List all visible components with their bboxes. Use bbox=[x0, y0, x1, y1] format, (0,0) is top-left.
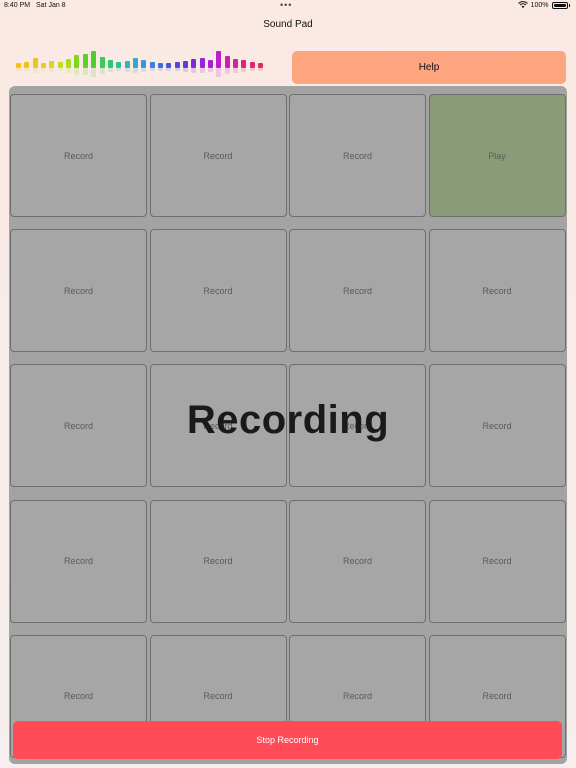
meter-bar-reflection bbox=[41, 68, 47, 71]
wifi-icon bbox=[517, 1, 528, 8]
pad-record-button[interactable]: Record bbox=[149, 499, 287, 623]
meter-bar-reflection bbox=[191, 68, 197, 73]
meter-bar-reflection bbox=[141, 68, 147, 72]
meter-bar bbox=[191, 59, 197, 68]
pad-record-button[interactable]: Record bbox=[10, 364, 147, 488]
meter-bar bbox=[32, 58, 38, 68]
meter-bar bbox=[124, 61, 130, 68]
meter-bar bbox=[107, 60, 113, 68]
meter-bar bbox=[208, 60, 214, 68]
meter-bar-reflection bbox=[66, 68, 72, 73]
meter-bar-reflection bbox=[99, 68, 105, 74]
meter-bar-reflection bbox=[149, 68, 155, 71]
meter-bar-reflection bbox=[216, 68, 222, 77]
meter-bar bbox=[224, 56, 230, 68]
page-title: Sound Pad bbox=[263, 19, 313, 30]
meter-bar bbox=[216, 51, 222, 68]
meter-bar-reflection bbox=[208, 68, 214, 72]
pad-record-button[interactable]: Record bbox=[10, 499, 147, 623]
meter-bar-reflection bbox=[74, 68, 80, 75]
pad-record-button[interactable]: Record bbox=[149, 229, 287, 353]
meter-bar-reflection bbox=[82, 68, 88, 75]
status-right: 100% bbox=[517, 1, 570, 9]
meter-bar-reflection bbox=[166, 68, 172, 71]
pad-record-button[interactable]: Record bbox=[428, 364, 566, 488]
meter-bar-reflection bbox=[24, 68, 30, 71]
pad-record-button[interactable]: Record bbox=[289, 94, 426, 217]
meter-bar-reflection bbox=[57, 68, 63, 71]
meter-bar-reflection bbox=[49, 68, 55, 72]
battery-tip bbox=[568, 3, 570, 7]
meter-bar-reflection bbox=[107, 68, 113, 72]
meter-bar-reflection bbox=[199, 68, 205, 73]
meter-bar-reflection bbox=[233, 68, 239, 73]
meter-bar bbox=[66, 59, 72, 68]
pad-record-button[interactable]: Record bbox=[289, 364, 426, 488]
pad-record-button[interactable]: Record bbox=[289, 229, 426, 353]
sound-pad-grid: Record Record Record Play Record Record Record… bbox=[9, 86, 567, 764]
status-bar: 8:40 PM Sat Jan 8 ••• 100% bbox=[0, 0, 576, 12]
meter-bar-reflection bbox=[224, 68, 230, 74]
meter-bar-reflection bbox=[249, 68, 255, 71]
meter-bar bbox=[49, 61, 55, 68]
pad-play-button[interactable]: Play bbox=[428, 94, 566, 217]
meter-bar-reflection bbox=[132, 68, 138, 73]
meter-bar-reflection bbox=[174, 68, 180, 71]
meter-bar bbox=[241, 60, 247, 68]
meter-bar bbox=[233, 59, 239, 68]
pad-record-button[interactable]: Record bbox=[10, 229, 147, 353]
meter-bar-reflection bbox=[116, 68, 122, 71]
meter-bar-reflection bbox=[91, 68, 97, 77]
meter-bar-reflection bbox=[157, 68, 163, 71]
pad-record-button[interactable]: Record bbox=[428, 229, 566, 353]
battery-percent: 100% bbox=[530, 1, 549, 9]
stop-recording-button[interactable]: Stop Recording bbox=[13, 721, 562, 759]
pad-record-button[interactable]: Record bbox=[10, 94, 147, 217]
meter-bar-reflection bbox=[16, 68, 21, 71]
meter-bar-reflection bbox=[241, 68, 247, 72]
pad-record-button[interactable]: Record bbox=[428, 499, 566, 623]
meter-bar-reflection bbox=[183, 68, 188, 72]
pad-record-button[interactable]: Record bbox=[149, 94, 287, 217]
meter-bar bbox=[99, 57, 105, 68]
meter-bar-reflection bbox=[32, 68, 38, 73]
meter-bar bbox=[141, 60, 147, 68]
status-time: 8:40 PM bbox=[4, 2, 31, 9]
pad-record-button[interactable]: Record bbox=[149, 364, 287, 488]
audio-level-meter bbox=[16, 50, 278, 86]
pad-record-button[interactable]: Record bbox=[289, 499, 426, 623]
meter-bar bbox=[183, 61, 188, 68]
meter-bar bbox=[91, 51, 97, 68]
meter-bar-reflection bbox=[124, 68, 130, 72]
status-date: Sat Jan 8 bbox=[36, 2, 66, 9]
meter-bar-reflection bbox=[258, 68, 264, 71]
meter-bar bbox=[199, 58, 205, 68]
help-button[interactable]: Help bbox=[292, 51, 566, 84]
battery-icon bbox=[551, 1, 568, 9]
meter-bar bbox=[82, 54, 88, 68]
multitasking-dots-icon[interactable]: ••• bbox=[280, 0, 292, 10]
meter-bar bbox=[132, 58, 138, 68]
meter-bar bbox=[74, 55, 80, 68]
